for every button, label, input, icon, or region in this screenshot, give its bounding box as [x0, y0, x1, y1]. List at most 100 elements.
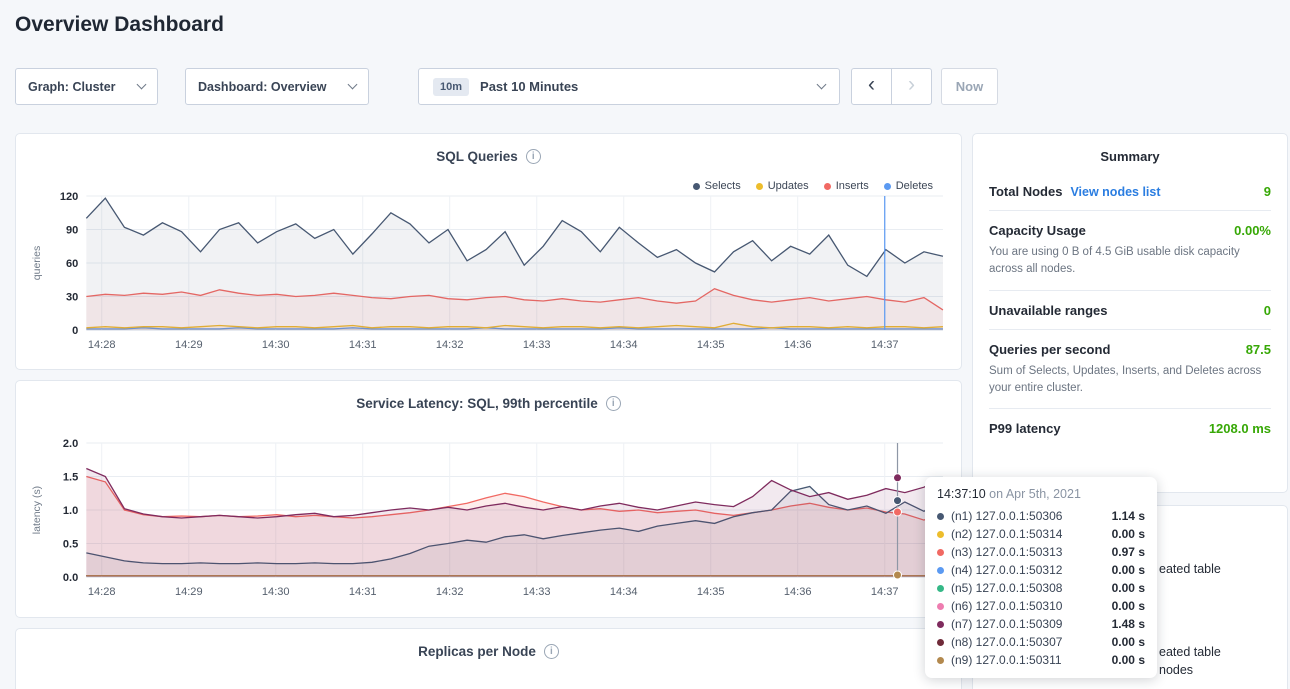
now-button[interactable]: Now [941, 68, 998, 105]
tooltip-node-value: 0.00 s [1112, 527, 1145, 541]
svg-text:30: 30 [66, 292, 78, 304]
tooltip-node-value: 0.00 s [1112, 635, 1145, 649]
overview-dashboard-page: Overview Dashboard Graph: Cluster Dashbo… [0, 0, 1290, 689]
svg-text:14:30: 14:30 [262, 586, 290, 598]
node-color-dot-icon [937, 639, 944, 646]
tooltip-node-value: 1.48 s [1112, 617, 1145, 631]
svg-text:14:34: 14:34 [610, 586, 638, 598]
tooltip-node-value: 1.14 s [1112, 509, 1145, 523]
page-title: Overview Dashboard [15, 13, 224, 37]
graph-dropdown[interactable]: Graph: Cluster [15, 68, 158, 105]
tooltip-node-label: (n6) 127.0.0.1:50310 [951, 599, 1062, 613]
tooltip-node-value: 0.00 s [1112, 563, 1145, 577]
qps-subtext: Sum of Selects, Updates, Inserts, and De… [989, 363, 1271, 398]
tooltip-node-value: 0.00 s [1112, 581, 1145, 595]
svg-text:latency (s): latency (s) [31, 486, 43, 534]
view-nodes-list-link[interactable]: View nodes list [1070, 185, 1160, 199]
event-item-fragment[interactable]: nodes [1159, 663, 1193, 677]
info-icon[interactable] [526, 149, 541, 164]
chart-canvas[interactable]: 0.00.51.01.52.014:2814:2914:3014:3114:32… [26, 437, 951, 612]
chart-canvas[interactable]: 030609012014:2814:2914:3014:3114:3214:33… [26, 190, 951, 365]
legend-dot-icon [824, 183, 831, 190]
tooltip-node-row: (n9) 127.0.0.1:50311 0.00 s [937, 651, 1145, 669]
chevron-down-icon [817, 80, 827, 90]
tooltip-node-label: (n1) 127.0.0.1:50306 [951, 509, 1062, 523]
node-color-dot-icon [937, 567, 944, 574]
svg-text:14:31: 14:31 [349, 339, 377, 351]
svg-text:14:34: 14:34 [610, 339, 638, 351]
chevron-left-icon: ‹ [868, 73, 875, 97]
summary-p99: P99 latency 1208.0 ms [989, 409, 1271, 447]
time-next-button[interactable]: › [891, 68, 932, 105]
tooltip-date: on Apr 5th, 2021 [989, 487, 1081, 501]
unavailable-ranges-value: 0 [1264, 303, 1271, 318]
tooltip-node-value: 0.00 s [1112, 653, 1145, 667]
svg-text:14:36: 14:36 [784, 586, 812, 598]
legend-dot-icon [756, 183, 763, 190]
dashboard-dropdown-label: Dashboard: Overview [198, 80, 327, 94]
svg-text:14:37: 14:37 [871, 339, 899, 351]
dashboard-dropdown[interactable]: Dashboard: Overview [185, 68, 369, 105]
chart-title: Service Latency: SQL, 99th percentile [356, 396, 598, 411]
p99-value: 1208.0 ms [1209, 421, 1271, 436]
svg-text:2.0: 2.0 [63, 438, 78, 450]
node-color-dot-icon [937, 603, 944, 610]
node-color-dot-icon [937, 513, 944, 520]
legend-dot-icon [693, 183, 700, 190]
time-range-badge: 10m [433, 78, 469, 96]
graph-dropdown-label: Graph: Cluster [28, 80, 116, 94]
capacity-label: Capacity Usage [989, 223, 1086, 238]
event-item-fragment[interactable]: eated table [1159, 562, 1221, 576]
summary-qps: Queries per second 87.5 Sum of Selects, … [989, 330, 1271, 410]
svg-text:14:29: 14:29 [175, 586, 203, 598]
tooltip-node-label: (n7) 127.0.0.1:50309 [951, 617, 1062, 631]
service-latency-panel: Service Latency: SQL, 99th percentile 0.… [15, 380, 962, 618]
svg-text:14:33: 14:33 [523, 339, 551, 351]
node-color-dot-icon [937, 549, 944, 556]
tooltip-node-value: 0.97 s [1112, 545, 1145, 559]
tooltip-node-label: (n2) 127.0.0.1:50314 [951, 527, 1062, 541]
node-color-dot-icon [937, 621, 944, 628]
node-color-dot-icon [937, 531, 944, 538]
info-icon[interactable] [606, 396, 621, 411]
tooltip-node-row: (n1) 127.0.0.1:50306 1.14 s [937, 507, 1145, 525]
svg-text:14:32: 14:32 [436, 339, 464, 351]
time-prev-button[interactable]: ‹ [851, 68, 892, 105]
svg-text:14:28: 14:28 [88, 339, 116, 351]
svg-text:14:37: 14:37 [871, 586, 899, 598]
tooltip-node-label: (n9) 127.0.0.1:50311 [951, 653, 1062, 667]
svg-text:14:35: 14:35 [697, 339, 725, 351]
info-icon[interactable] [544, 644, 559, 659]
time-range-selector[interactable]: 10m Past 10 Minutes [418, 68, 840, 105]
service-latency-chart[interactable]: 0.00.51.01.52.014:2814:2914:3014:3114:32… [26, 437, 951, 612]
summary-panel: Summary Total Nodes View nodes list 9 Ca… [972, 133, 1288, 493]
svg-text:14:35: 14:35 [697, 586, 725, 598]
svg-text:14:29: 14:29 [175, 339, 203, 351]
tooltip-node-row: (n6) 127.0.0.1:50310 0.00 s [937, 597, 1145, 615]
node-color-dot-icon [937, 585, 944, 592]
svg-text:1.0: 1.0 [63, 505, 78, 517]
tooltip-node-label: (n3) 127.0.0.1:50313 [951, 545, 1062, 559]
legend-dot-icon [884, 183, 891, 190]
p99-label: P99 latency [989, 421, 1061, 436]
tooltip-node-list: (n1) 127.0.0.1:50306 1.14 s (n2) 127.0.0.1… [937, 507, 1145, 669]
svg-text:14:36: 14:36 [784, 339, 812, 351]
tooltip-node-row: (n8) 127.0.0.1:503070.00 s [937, 633, 1145, 651]
svg-text:60: 60 [66, 258, 78, 270]
tooltip-node-value: 0.00 s [1112, 599, 1145, 613]
replicas-per-node-panel: Replicas per Node [15, 628, 962, 689]
tooltip-node-label: (n4) 127.0.0.1:50312 [951, 563, 1062, 577]
capacity-subtext: You are using 0 B of 4.5 GiB usable disk… [989, 244, 1271, 279]
sql-queries-panel: SQL Queries SelectsUpdatesInsertsDeletes… [15, 133, 962, 370]
time-range-label: Past 10 Minutes [480, 79, 578, 94]
tooltip-node-row: (n2) 127.0.0.1:50314 0.00 s [937, 525, 1145, 543]
now-button-label: Now [956, 79, 983, 94]
sql-queries-chart[interactable]: 030609012014:2814:2914:3014:3114:3214:33… [26, 190, 951, 365]
svg-text:14:33: 14:33 [523, 586, 551, 598]
tooltip-time: 14:37:10 [937, 487, 986, 501]
tooltip-node-row: (n3) 127.0.0.1:50313 0.97 s [937, 543, 1145, 561]
capacity-value: 0.00% [1234, 223, 1271, 238]
tooltip-node-row: (n5) 127.0.0.1:503080.00 s [937, 579, 1145, 597]
svg-text:1.5: 1.5 [63, 472, 78, 484]
event-item-fragment[interactable]: eated table [1159, 645, 1221, 659]
